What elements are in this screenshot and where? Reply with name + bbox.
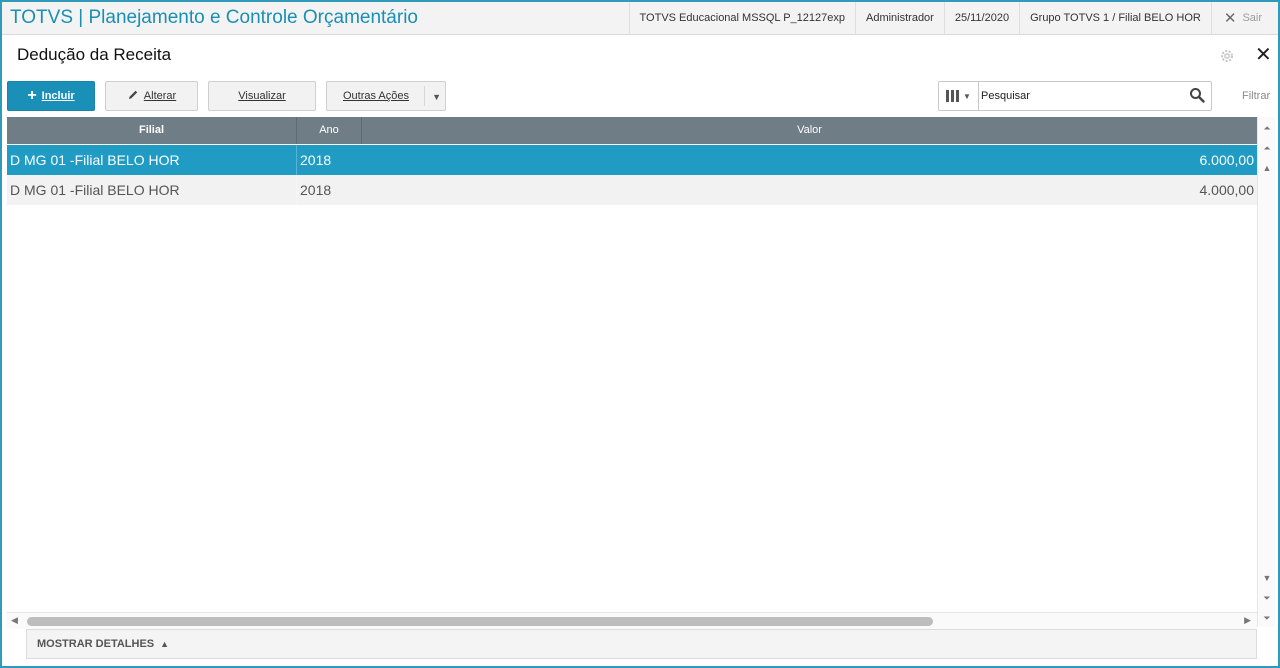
cell-filial: D MG 01 -Filial BELO HOR (7, 175, 297, 205)
gear-icon[interactable] (1219, 48, 1235, 64)
session-info: TOTVS Educacional MSSQL P_12127exp Admin… (628, 2, 1278, 35)
exit-label: Sair (1242, 12, 1262, 24)
cell-ano: 2018 (300, 152, 332, 168)
grid-header: Filial Ano Valor (7, 117, 1257, 144)
cell-ano: 2018 (300, 182, 332, 198)
column-header-filial[interactable]: Filial (7, 117, 297, 144)
include-label: Incluir (41, 90, 75, 102)
column-header-ano[interactable]: Ano (297, 117, 362, 144)
view-button[interactable]: Visualizar (208, 81, 316, 111)
include-button[interactable]: + Incluir (7, 81, 95, 111)
cell-filial: D MG 01 -Filial BELO HOR (7, 145, 297, 175)
columns-selector[interactable]: ▼ (939, 82, 979, 110)
branch-label[interactable]: Grupo TOTVS 1 / Filial BELO HOR (1019, 2, 1211, 35)
table-row[interactable]: D MG 01 -Filial BELO HOR 2018 6.000,00 (7, 145, 1257, 175)
plus-icon: + (27, 87, 37, 104)
pencil-icon (127, 89, 139, 104)
user-label: Administrador (854, 2, 944, 35)
show-details-toggle[interactable]: MOSTRAR DETALHES ▲ (26, 629, 1257, 659)
cell-valor: 6.000,00 (1199, 152, 1255, 168)
search-icon[interactable] (1189, 87, 1205, 103)
top-bar: TOTVS | Planejamento e Controle Orçament… (2, 2, 1278, 35)
other-actions-button[interactable]: Outras Ações ▼ (326, 81, 446, 111)
chevron-up-icon: ▲ (160, 639, 170, 649)
exit-button[interactable]: ✕ Sair (1210, 2, 1278, 35)
app-title: TOTVS | Planejamento e Controle Orçament… (10, 7, 418, 28)
edit-label: Alterar (143, 90, 177, 102)
table-row[interactable]: D MG 01 -Filial BELO HOR 2018 4.000,00 (7, 175, 1257, 205)
environment-label: TOTVS Educacional MSSQL P_12127exp (628, 2, 855, 35)
scroll-down-icon[interactable]: ▼ (1259, 570, 1275, 586)
data-grid: Filial Ano Valor D MG 01 -Filial BELO HO… (7, 117, 1257, 613)
scroll-top-icon[interactable]: ⏶ (1259, 120, 1275, 136)
scroll-up-icon[interactable]: ▲ (1259, 160, 1275, 176)
scroll-page-down-icon[interactable]: ⏷ (1259, 590, 1275, 606)
view-label: Visualizar (238, 90, 286, 102)
column-header-valor[interactable]: Valor (362, 117, 1257, 144)
chevron-down-icon: ▼ (432, 92, 441, 102)
scrollbar-thumb[interactable] (27, 617, 933, 626)
search-box: ▼ (938, 81, 1212, 111)
close-icon[interactable]: ✕ (1255, 45, 1272, 65)
scroll-left-icon[interactable]: ◀ (11, 615, 18, 626)
show-details-label: MOSTRAR DETALHES (37, 638, 155, 650)
page-title: Dedução da Receita (17, 45, 172, 64)
filter-link[interactable]: Filtrar (1242, 90, 1270, 102)
horizontal-scrollbar[interactable]: ◀ ▶ (7, 612, 1257, 629)
other-actions-label: Outras Ações (342, 90, 410, 102)
scroll-right-icon[interactable]: ▶ (1244, 615, 1251, 626)
vertical-scrollbar[interactable]: ⏶ ⏶ ▲ ▼ ⏷ ⏷ (1257, 117, 1275, 627)
close-x-icon: ✕ (1223, 10, 1237, 27)
cell-valor: 4.000,00 (1199, 182, 1255, 198)
scroll-page-up-icon[interactable]: ⏶ (1259, 140, 1275, 156)
chevron-down-icon: ▼ (963, 91, 971, 101)
search-input[interactable] (981, 86, 1181, 106)
columns-icon (946, 90, 960, 102)
date-label: 25/11/2020 (943, 2, 1019, 35)
edit-button[interactable]: Alterar (105, 81, 198, 111)
divider (424, 86, 425, 106)
scroll-bottom-icon[interactable]: ⏷ (1259, 610, 1275, 626)
